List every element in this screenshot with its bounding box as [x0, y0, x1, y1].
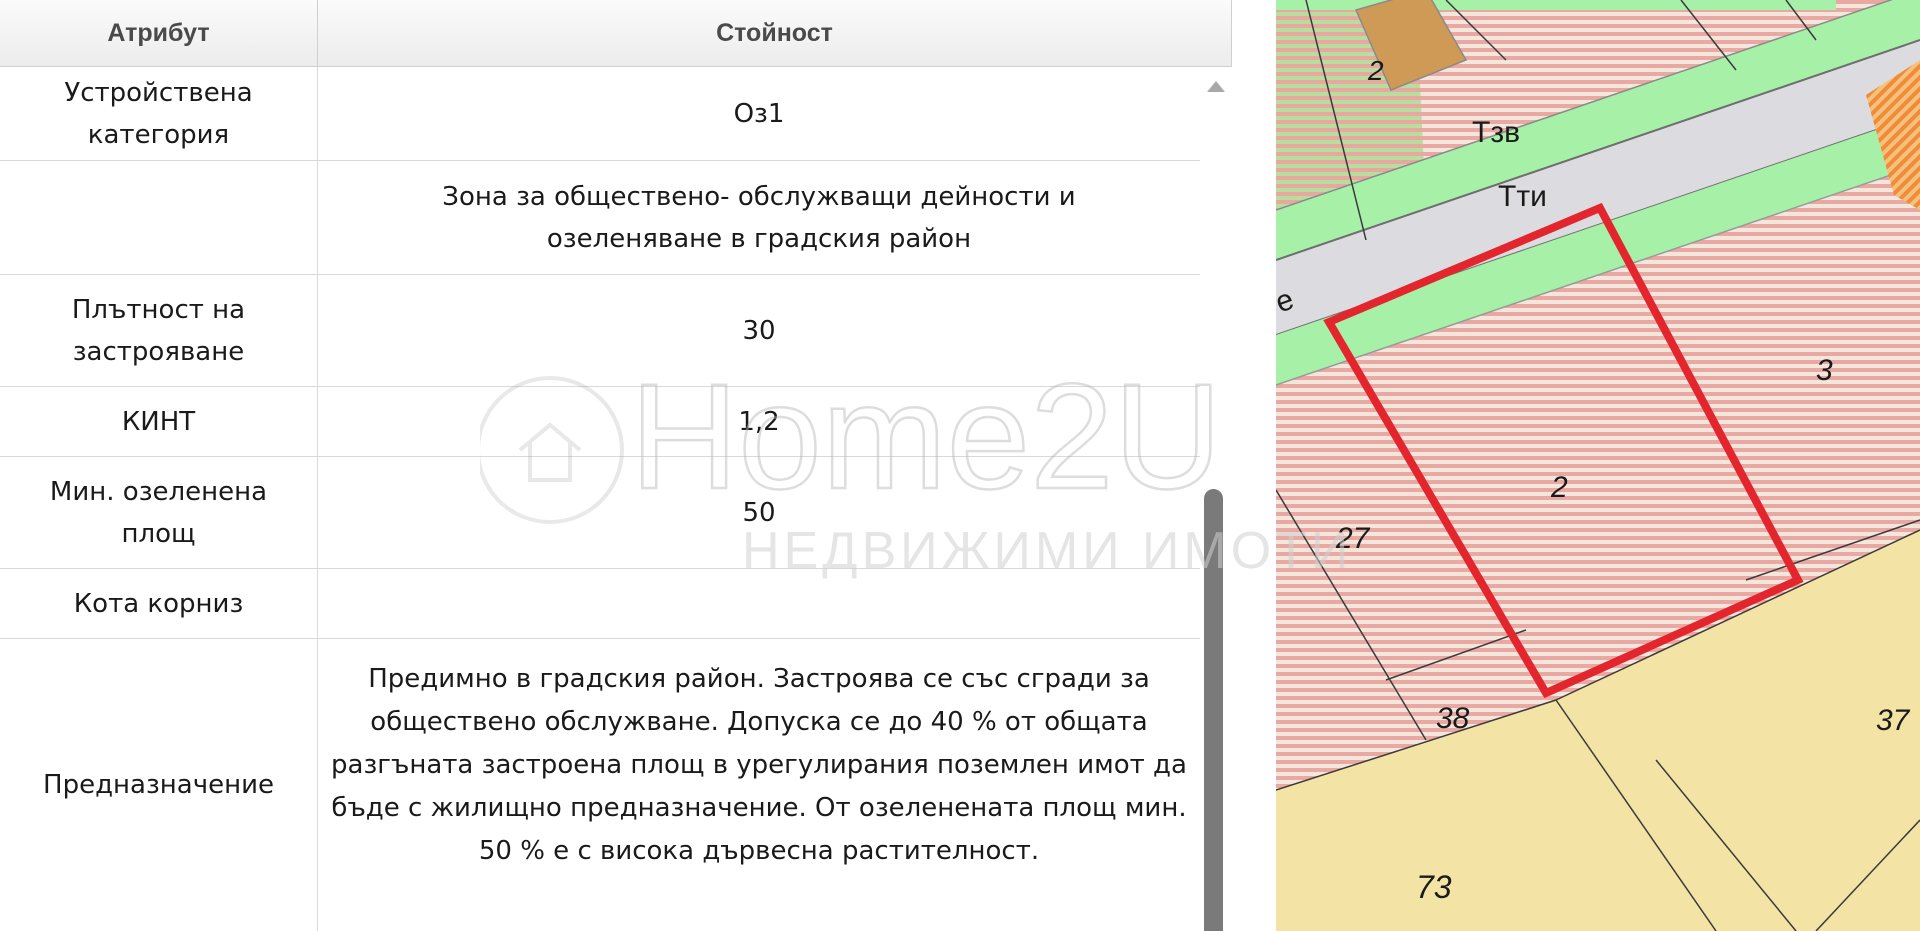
table-row-green-area: Мин. озеленена площ 50 — [0, 457, 1200, 569]
value-cell: Зона за обществено- обслужващи дейности … — [442, 182, 1076, 254]
attribute-cell: Кота корниз — [0, 569, 318, 639]
vertical-scrollbar[interactable] — [1200, 67, 1232, 931]
map-canvas[interactable]: 2 Тзв Тти е 3 2 27 38 37 73 — [1276, 0, 1920, 931]
table-row-zone-description: Зона за обществено- обслужващи дейности … — [0, 161, 1200, 275]
value-cell: 1,2 — [738, 407, 780, 437]
value-cell: Оз1 — [733, 99, 785, 129]
map-label-plot-38: 38 — [1436, 702, 1470, 735]
map-label-plot-27: 27 — [1335, 522, 1371, 555]
table-row-kint: КИНТ 1,2 — [0, 387, 1200, 457]
attribute-cell: КИНТ — [0, 387, 318, 457]
map-label-plot-3: 3 — [1816, 354, 1833, 387]
table-row-category: Устройствена категория Оз1 — [0, 67, 1200, 161]
table-row-density: Плътност на застрояване 30 — [0, 275, 1200, 387]
scroll-up-arrow-icon[interactable] — [1200, 75, 1232, 97]
column-header-value[interactable]: Стойност — [318, 0, 1232, 66]
value-cell — [318, 569, 1200, 639]
map-label-plot-2: 2 — [1550, 471, 1568, 504]
map-label-zone-tti: Тти — [1498, 180, 1547, 213]
attribute-cell: Устройствена категория — [0, 67, 318, 161]
map-label-zone-tzv: Тзв — [1472, 116, 1520, 149]
map-label-plot-2-top: 2 — [1367, 55, 1384, 86]
value-cell: 30 — [742, 316, 776, 346]
panel-divider — [1232, 0, 1276, 931]
attribute-table-panel: Атрибут Стойност Устройствена категория … — [0, 0, 1232, 931]
table-header: Атрибут Стойност — [0, 0, 1232, 67]
column-header-attribute[interactable]: Атрибут — [0, 0, 318, 66]
scrollbar-thumb[interactable] — [1204, 489, 1223, 931]
attribute-cell: Предназначение — [0, 639, 318, 931]
attribute-cell — [0, 161, 318, 275]
table-row-cornice-height: Кота корниз — [0, 569, 1200, 639]
cadastral-map[interactable]: 2 Тзв Тти е 3 2 27 38 37 73 — [1276, 0, 1920, 931]
map-label-plot-37: 37 — [1876, 704, 1911, 737]
attribute-cell: Мин. озеленена площ — [0, 457, 318, 569]
map-label-plot-73: 73 — [1416, 869, 1452, 905]
value-cell: 50 — [742, 498, 776, 528]
table-row-purpose: Предназначение Предимно в градския район… — [0, 639, 1200, 931]
attribute-cell: Плътност на застрояване — [0, 275, 318, 387]
table-body[interactable]: Устройствена категория Оз1 Зона за общес… — [0, 67, 1200, 931]
value-cell: Предимно в градския район. Застроява се … — [331, 663, 1187, 866]
